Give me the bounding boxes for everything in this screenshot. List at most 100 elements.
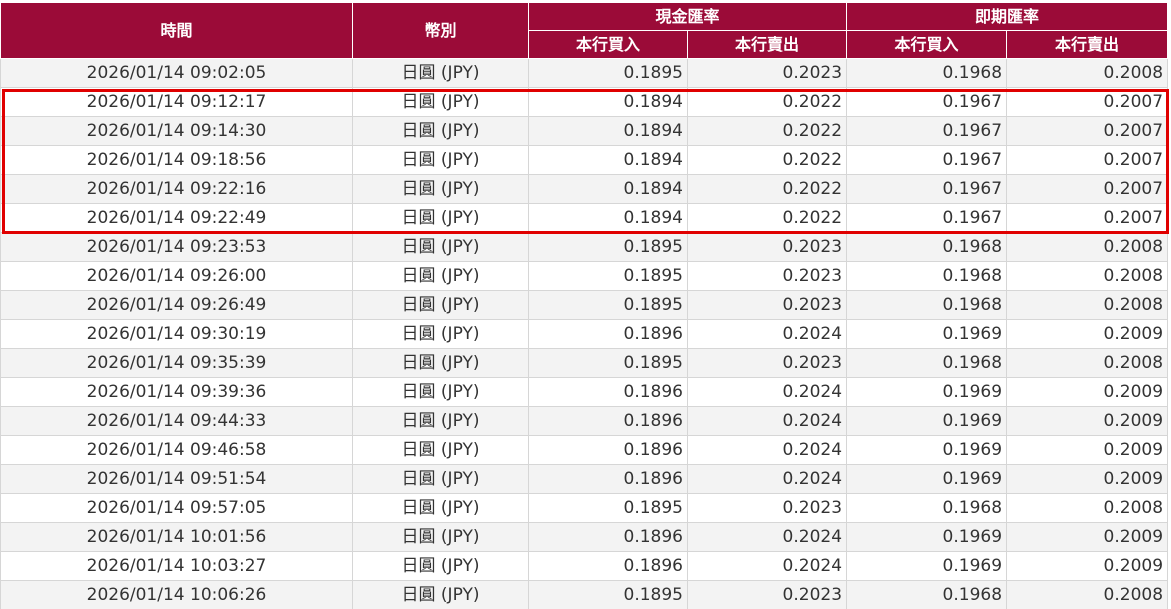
cell-spot-sell: 0.2009 xyxy=(1006,522,1169,552)
cell-cash-buy: 0.1896 xyxy=(528,406,688,436)
cell-cash-sell: 0.2023 xyxy=(686,580,848,609)
cell-currency: 日圓 (JPY) xyxy=(352,203,529,233)
cell-time: 2026/01/14 09:39:36 xyxy=(0,377,353,407)
cell-spot-buy: 0.1969 xyxy=(846,522,1008,552)
cell-cash-sell: 0.2024 xyxy=(686,551,848,581)
cell-spot-buy: 0.1967 xyxy=(846,87,1008,117)
cell-spot-sell: 0.2007 xyxy=(1006,203,1169,233)
cell-spot-buy: 0.1968 xyxy=(846,348,1008,378)
cell-time: 2026/01/14 09:22:49 xyxy=(0,203,353,233)
table-row: 2026/01/14 09:18:56 日圓 (JPY) 0.1894 0.2022 0… xyxy=(0,145,1169,175)
cell-cash-buy: 0.1896 xyxy=(528,522,688,552)
cell-spot-buy: 0.1969 xyxy=(846,551,1008,581)
cell-time: 2026/01/14 10:01:56 xyxy=(0,522,353,552)
table-row: 2026/01/14 10:03:27 日圓 (JPY) 0.1896 0.2024 0… xyxy=(0,551,1169,581)
table-row: 2026/01/14 09:51:54 日圓 (JPY) 0.1896 0.2024 0… xyxy=(0,464,1169,494)
cell-spot-buy: 0.1969 xyxy=(846,435,1008,465)
cell-spot-sell: 0.2008 xyxy=(1006,58,1169,88)
cell-cash-sell: 0.2023 xyxy=(686,58,848,88)
table-row: 2026/01/14 09:35:39 日圓 (JPY) 0.1895 0.2023 0… xyxy=(0,348,1169,378)
table-row: 2026/01/14 09:02:05 日圓 (JPY) 0.1895 0.2023 0… xyxy=(0,58,1169,88)
table-header: 時間 幣別 現金匯率 即期匯率 本行買入 本行賣出 本行買入 本行賣出 xyxy=(0,2,1169,59)
cell-spot-sell: 0.2008 xyxy=(1006,580,1169,609)
cell-spot-buy: 0.1968 xyxy=(846,58,1008,88)
cell-spot-buy: 0.1969 xyxy=(846,406,1008,436)
header-time: 時間 xyxy=(0,2,353,59)
table-row: 2026/01/14 09:30:19 日圓 (JPY) 0.1896 0.2024 0… xyxy=(0,319,1169,349)
table-row: 2026/01/14 09:22:16 日圓 (JPY) 0.1894 0.2022 0… xyxy=(0,174,1169,204)
cell-cash-sell: 0.2022 xyxy=(686,203,848,233)
cell-cash-buy: 0.1894 xyxy=(528,116,688,146)
cell-cash-buy: 0.1895 xyxy=(528,348,688,378)
header-cash-rate: 現金匯率 xyxy=(527,2,848,31)
cell-time: 2026/01/14 09:35:39 xyxy=(0,348,353,378)
table-body: 2026/01/14 09:02:05 日圓 (JPY) 0.1895 0.2023 0… xyxy=(0,58,1169,609)
cell-currency: 日圓 (JPY) xyxy=(352,377,529,407)
cell-currency: 日圓 (JPY) xyxy=(352,116,529,146)
cell-spot-sell: 0.2007 xyxy=(1006,116,1169,146)
header-currency: 幣別 xyxy=(352,2,529,59)
cell-spot-sell: 0.2009 xyxy=(1006,319,1169,349)
cell-cash-sell: 0.2024 xyxy=(686,435,848,465)
cell-spot-sell: 0.2008 xyxy=(1006,261,1169,291)
cell-currency: 日圓 (JPY) xyxy=(352,87,529,117)
cell-time: 2026/01/14 10:06:26 xyxy=(0,580,353,609)
cell-cash-buy: 0.1894 xyxy=(528,145,688,175)
cell-spot-buy: 0.1967 xyxy=(846,203,1008,233)
cell-currency: 日圓 (JPY) xyxy=(352,348,529,378)
cell-cash-buy: 0.1895 xyxy=(528,580,688,609)
cell-spot-sell: 0.2009 xyxy=(1006,464,1169,494)
cell-spot-buy: 0.1969 xyxy=(846,377,1008,407)
cell-cash-sell: 0.2024 xyxy=(686,522,848,552)
table-row: 2026/01/14 09:46:58 日圓 (JPY) 0.1896 0.2024 0… xyxy=(0,435,1169,465)
table-row: 2026/01/14 09:26:49 日圓 (JPY) 0.1895 0.2023 0… xyxy=(0,290,1169,320)
cell-currency: 日圓 (JPY) xyxy=(352,464,529,494)
table-row: 2026/01/14 09:44:33 日圓 (JPY) 0.1896 0.2024 0… xyxy=(0,406,1169,436)
cell-cash-sell: 0.2024 xyxy=(686,377,848,407)
cell-spot-buy: 0.1968 xyxy=(846,493,1008,523)
cell-time: 2026/01/14 09:18:56 xyxy=(0,145,353,175)
cell-currency: 日圓 (JPY) xyxy=(352,551,529,581)
cell-cash-buy: 0.1894 xyxy=(528,174,688,204)
cell-time: 2026/01/14 09:14:30 xyxy=(0,116,353,146)
cell-cash-sell: 0.2023 xyxy=(686,290,848,320)
cell-spot-buy: 0.1969 xyxy=(846,319,1008,349)
cell-cash-buy: 0.1896 xyxy=(528,435,688,465)
cell-currency: 日圓 (JPY) xyxy=(352,493,529,523)
cell-cash-buy: 0.1895 xyxy=(528,261,688,291)
cell-time: 2026/01/14 10:03:27 xyxy=(0,551,353,581)
cell-spot-buy: 0.1968 xyxy=(846,232,1008,262)
cell-cash-buy: 0.1896 xyxy=(528,377,688,407)
cell-currency: 日圓 (JPY) xyxy=(352,435,529,465)
header-cash-buy: 本行買入 xyxy=(528,30,688,59)
table-row: 2026/01/14 09:14:30 日圓 (JPY) 0.1894 0.2022 0… xyxy=(0,116,1169,146)
cell-cash-sell: 0.2022 xyxy=(686,174,848,204)
cell-cash-sell: 0.2023 xyxy=(686,232,848,262)
cell-currency: 日圓 (JPY) xyxy=(352,290,529,320)
cell-cash-sell: 0.2024 xyxy=(686,319,848,349)
cell-time: 2026/01/14 09:26:49 xyxy=(0,290,353,320)
cell-cash-sell: 0.2022 xyxy=(686,87,848,117)
cell-cash-sell: 0.2023 xyxy=(686,348,848,378)
cell-time: 2026/01/14 09:30:19 xyxy=(0,319,353,349)
table-row: 2026/01/14 09:23:53 日圓 (JPY) 0.1895 0.2023 0… xyxy=(0,232,1169,262)
exchange-rate-table: 時間 幣別 現金匯率 即期匯率 本行買入 本行賣出 本行買入 本行賣出 2026… xyxy=(0,2,1169,609)
cell-cash-sell: 0.2023 xyxy=(686,261,848,291)
header-spot-rate: 即期匯率 xyxy=(846,2,1169,31)
cell-currency: 日圓 (JPY) xyxy=(352,319,529,349)
cell-spot-sell: 0.2008 xyxy=(1006,290,1169,320)
cell-cash-buy: 0.1896 xyxy=(528,551,688,581)
cell-cash-sell: 0.2023 xyxy=(686,493,848,523)
cell-cash-buy: 0.1896 xyxy=(528,464,688,494)
cell-cash-sell: 0.2022 xyxy=(686,145,848,175)
cell-spot-sell: 0.2009 xyxy=(1006,435,1169,465)
cell-cash-buy: 0.1895 xyxy=(528,58,688,88)
cell-currency: 日圓 (JPY) xyxy=(352,232,529,262)
cell-cash-sell: 0.2024 xyxy=(686,464,848,494)
cell-cash-sell: 0.2022 xyxy=(686,116,848,146)
cell-time: 2026/01/14 09:44:33 xyxy=(0,406,353,436)
cell-currency: 日圓 (JPY) xyxy=(352,522,529,552)
cell-cash-buy: 0.1895 xyxy=(528,232,688,262)
cell-currency: 日圓 (JPY) xyxy=(352,58,529,88)
cell-spot-sell: 0.2009 xyxy=(1006,551,1169,581)
